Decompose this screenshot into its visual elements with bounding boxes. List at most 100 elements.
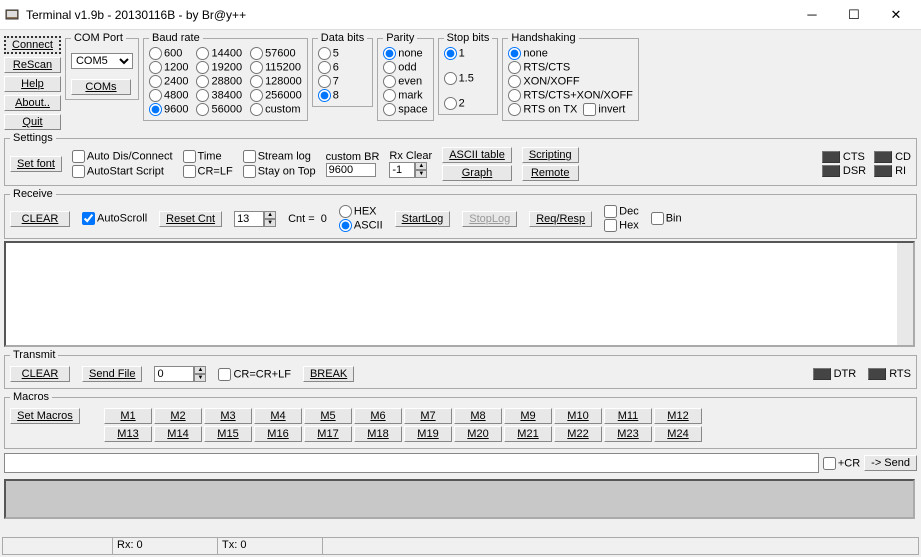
cr-checkbox[interactable]: +CR (823, 457, 860, 470)
led-cts[interactable]: CTS (822, 151, 866, 163)
macro-m18[interactable]: M18 (354, 426, 402, 442)
crcrlf-checkbox[interactable]: CR=CR+LF (218, 368, 290, 381)
help-button[interactable]: Help (4, 76, 61, 92)
receive-scrollbar[interactable] (897, 243, 913, 345)
parity-odd[interactable]: odd (383, 61, 427, 74)
macro-m12[interactable]: M12 (654, 408, 702, 424)
led-dsr[interactable]: DSR (822, 165, 866, 177)
receive-ascii-radio[interactable]: ASCII (339, 219, 383, 232)
macro-m17[interactable]: M17 (304, 426, 352, 442)
macro-m1[interactable]: M1 (104, 408, 152, 424)
coms-button[interactable]: COMs (71, 79, 131, 95)
baud-28800[interactable]: 28800 (196, 75, 242, 88)
send-button[interactable]: -> Send (864, 455, 917, 471)
hs-rtsontx[interactable]: RTS on TX (508, 103, 577, 116)
quit-button[interactable]: Quit (4, 114, 61, 130)
stopbits-1.5[interactable]: 1.5 (444, 72, 493, 85)
close-button[interactable]: ✕ (875, 2, 917, 28)
dec-checkbox[interactable]: Dec (604, 205, 639, 218)
baud-9600[interactable]: 9600 (149, 103, 188, 116)
scripting-button[interactable]: Scripting (522, 147, 579, 163)
receive-clear-button[interactable]: CLEAR (10, 211, 70, 227)
macro-m3[interactable]: M3 (204, 408, 252, 424)
transmit-spin[interactable]: ▲▼ (154, 366, 206, 382)
baud-128000[interactable]: 128000 (250, 75, 302, 88)
bin-checkbox[interactable]: Bin (651, 212, 682, 225)
connect-button[interactable]: Connect (4, 36, 61, 54)
databits-8[interactable]: 8 (318, 89, 367, 102)
parity-mark[interactable]: mark (383, 89, 427, 102)
setfont-button[interactable]: Set font (10, 156, 62, 172)
autoscroll-checkbox[interactable]: AutoScroll (82, 212, 147, 225)
comport-select[interactable]: COM5 (71, 53, 133, 69)
databits-5[interactable]: 5 (318, 47, 367, 60)
baud-57600[interactable]: 57600 (250, 47, 302, 60)
baud-115200[interactable]: 115200 (250, 61, 302, 74)
baud-38400[interactable]: 38400 (196, 89, 242, 102)
macro-m22[interactable]: M22 (554, 426, 602, 442)
autostart-checkbox[interactable]: AutoStart Script (72, 165, 173, 178)
about-button[interactable]: About.. (4, 95, 61, 111)
macro-m10[interactable]: M10 (554, 408, 602, 424)
parity-none[interactable]: none (383, 47, 427, 60)
receive-textarea[interactable] (4, 241, 915, 347)
stopbits-1[interactable]: 1 (444, 47, 493, 60)
remote-button[interactable]: Remote (522, 165, 579, 181)
time-checkbox[interactable]: Time (183, 150, 233, 163)
transmit-textarea[interactable] (4, 479, 915, 519)
macro-m6[interactable]: M6 (354, 408, 402, 424)
minimize-button[interactable]: ─ (791, 2, 833, 28)
baud-4800[interactable]: 4800 (149, 89, 188, 102)
streamlog-checkbox[interactable]: Stream log (243, 150, 316, 163)
crlf-checkbox[interactable]: CR=LF (183, 165, 233, 178)
macro-m2[interactable]: M2 (154, 408, 202, 424)
led-cd[interactable]: CD (874, 151, 911, 163)
parity-even[interactable]: even (383, 75, 427, 88)
led-ri[interactable]: RI (874, 165, 911, 177)
macro-m23[interactable]: M23 (604, 426, 652, 442)
baud-14400[interactable]: 14400 (196, 47, 242, 60)
macro-m13[interactable]: M13 (104, 426, 152, 442)
hs-invert[interactable]: invert (583, 103, 625, 116)
break-button[interactable]: BREAK (303, 366, 354, 382)
reqresp-button[interactable]: Req/Resp (529, 211, 592, 227)
baud-56000[interactable]: 56000 (196, 103, 242, 116)
macro-m14[interactable]: M14 (154, 426, 202, 442)
baud-600[interactable]: 600 (149, 47, 188, 60)
cnt-spin[interactable]: ▲▼ (234, 211, 276, 227)
baud-1200[interactable]: 1200 (149, 61, 188, 74)
macro-m20[interactable]: M20 (454, 426, 502, 442)
receive-hex-radio[interactable]: HEX (339, 205, 383, 218)
macro-m7[interactable]: M7 (404, 408, 452, 424)
hex-checkbox[interactable]: Hex (604, 219, 639, 232)
databits-6[interactable]: 6 (318, 61, 367, 74)
sendfile-button[interactable]: Send File (82, 366, 142, 382)
transmit-clear-button[interactable]: CLEAR (10, 366, 70, 382)
macro-m16[interactable]: M16 (254, 426, 302, 442)
macro-m11[interactable]: M11 (604, 408, 652, 424)
macro-m4[interactable]: M4 (254, 408, 302, 424)
maximize-button[interactable]: ☐ (833, 2, 875, 28)
hs-both[interactable]: RTS/CTS+XON/XOFF (508, 89, 633, 102)
setmacros-button[interactable]: Set Macros (10, 408, 80, 424)
macro-m8[interactable]: M8 (454, 408, 502, 424)
macro-m24[interactable]: M24 (654, 426, 702, 442)
baud-2400[interactable]: 2400 (149, 75, 188, 88)
asciitable-button[interactable]: ASCII table (442, 147, 512, 163)
custombr-input[interactable] (326, 163, 376, 177)
led-rts[interactable]: RTS (868, 368, 911, 380)
macro-m5[interactable]: M5 (304, 408, 352, 424)
macro-m15[interactable]: M15 (204, 426, 252, 442)
parity-space[interactable]: space (383, 103, 427, 116)
rxclear-spin[interactable]: ▲▼ (389, 162, 432, 178)
databits-7[interactable]: 7 (318, 75, 367, 88)
stayontop-checkbox[interactable]: Stay on Top (243, 165, 316, 178)
hs-none[interactable]: none (508, 47, 633, 60)
led-dtr[interactable]: DTR (813, 368, 857, 380)
resetcnt-button[interactable]: Reset Cnt (159, 211, 222, 227)
macro-m9[interactable]: M9 (504, 408, 552, 424)
baud-custom[interactable]: custom (250, 103, 302, 116)
baud-256000[interactable]: 256000 (250, 89, 302, 102)
stopbits-2[interactable]: 2 (444, 97, 493, 110)
baud-19200[interactable]: 19200 (196, 61, 242, 74)
